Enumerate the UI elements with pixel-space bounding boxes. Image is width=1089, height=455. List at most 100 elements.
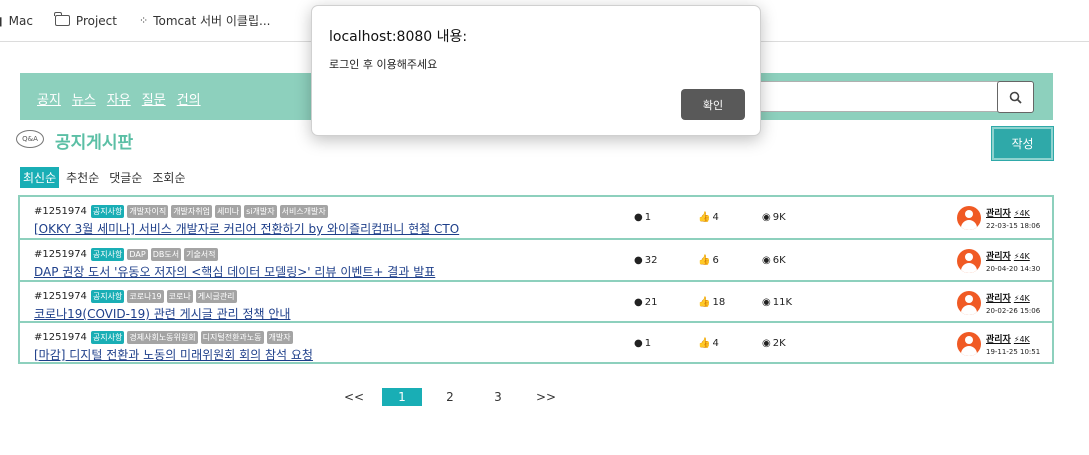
pagination: << 1 2 3 >> bbox=[334, 388, 574, 406]
eye-icon: ◉ bbox=[762, 297, 771, 308]
apple-icon: ▮ bbox=[0, 14, 3, 28]
post-tag[interactable]: 경제사회노동위원회 bbox=[127, 331, 198, 344]
post-tag[interactable]: 개발자취업 bbox=[171, 205, 212, 218]
post-title-link[interactable]: 코로나19(COVID-19) 관련 게시글 관리 정책 안내 bbox=[34, 305, 290, 322]
page-next[interactable]: >> bbox=[526, 388, 566, 406]
nav-link-question[interactable]: 질문 bbox=[142, 89, 166, 108]
nav-link-notice[interactable]: 공지 bbox=[37, 89, 61, 108]
category-badge[interactable]: 공지사항 bbox=[90, 248, 125, 261]
dialog-message: 로그인 후 이용해주세요 bbox=[329, 58, 438, 71]
post-title-link[interactable]: [OKKY 3월 세미나] 서비스 개발자로 커리어 전환하기 by 와이즐리컴… bbox=[34, 220, 459, 237]
post-date: 20-02-26 15:06 bbox=[986, 307, 1041, 315]
eye-icon: ◉ bbox=[762, 255, 771, 266]
nav-link-suggestion[interactable]: 건의 bbox=[177, 89, 201, 108]
board-header: Q&A 공지게시판 bbox=[14, 126, 133, 154]
dots-icon: ⁘ bbox=[138, 14, 148, 27]
list-item: #1251974 공지사항 경제사회노동위원회 디지털전환과노동 개발자 [마감… bbox=[20, 321, 1052, 362]
view-count: ◉ 6K bbox=[762, 255, 786, 266]
post-tag[interactable]: 코로나19 bbox=[127, 290, 164, 303]
post-list: #1251974 공지사항 개발자이직 개발자취업 세미나 si개발자 서비스개… bbox=[18, 195, 1054, 364]
write-button[interactable]: 작성 bbox=[992, 127, 1053, 160]
points-badge: ⚡4K bbox=[1013, 335, 1030, 344]
view-count: ◉ 9K bbox=[762, 212, 786, 223]
avatar[interactable] bbox=[957, 332, 981, 356]
author-name[interactable]: 관리자 ⚡4K bbox=[986, 249, 1030, 262]
like-count: 👍 4 bbox=[698, 338, 719, 349]
post-title-link[interactable]: DAP 권장 도서 '유동오 저자의 <핵심 데이터 모델링>' 리뷰 이벤트+… bbox=[34, 263, 435, 280]
bookmark-label: Project bbox=[75, 13, 117, 28]
post-tag[interactable]: 세미나 bbox=[215, 205, 242, 218]
post-tag[interactable]: 개발자이직 bbox=[127, 205, 169, 218]
post-date: 22-03-15 18:06 bbox=[986, 222, 1041, 230]
post-meta: #1251974 공지사항 DAP DB도서 기술서적 bbox=[34, 248, 221, 261]
view-count: ◉ 2K bbox=[762, 338, 786, 349]
nav-link-news[interactable]: 뉴스 bbox=[72, 89, 96, 108]
folder-icon bbox=[54, 12, 70, 26]
sort-comments[interactable]: 댓글순 bbox=[106, 167, 145, 188]
category-badge[interactable]: 공지사항 bbox=[90, 205, 125, 218]
post-tag[interactable]: DB도서 bbox=[150, 248, 182, 261]
nav-link-free[interactable]: 자유 bbox=[107, 89, 131, 108]
comment-icon: ● bbox=[634, 297, 643, 308]
post-tag[interactable]: 게시글관리 bbox=[195, 290, 237, 303]
post-tag[interactable]: 디지털전환과노동 bbox=[200, 331, 264, 344]
points-badge: ⚡4K bbox=[1013, 294, 1030, 303]
search-icon bbox=[1009, 91, 1022, 104]
eye-icon: ◉ bbox=[762, 338, 771, 349]
bookmark-mac[interactable]: ▮ Mac bbox=[0, 14, 33, 28]
category-badge[interactable]: 공지사항 bbox=[90, 331, 125, 344]
bookmark-project[interactable]: Project bbox=[54, 12, 117, 28]
post-id: #1251974 bbox=[34, 206, 87, 217]
sort-recommended[interactable]: 추천순 bbox=[63, 167, 102, 188]
thumbs-up-icon: 👍 bbox=[698, 212, 711, 223]
post-tag[interactable]: DAP bbox=[127, 249, 148, 260]
avatar[interactable] bbox=[957, 291, 981, 315]
comment-count: ● 32 bbox=[634, 255, 658, 266]
avatar[interactable] bbox=[957, 249, 981, 273]
post-tag[interactable]: si개발자 bbox=[244, 205, 277, 218]
comment-count: ● 21 bbox=[634, 297, 658, 308]
sort-latest[interactable]: 최신순 bbox=[20, 167, 60, 188]
post-meta: #1251974 공지사항 코로나19 코로나 게시글관리 bbox=[34, 290, 240, 303]
thumbs-up-icon: 👍 bbox=[698, 255, 711, 266]
post-date: 19-11-25 10:51 bbox=[986, 348, 1041, 356]
search-input[interactable] bbox=[760, 81, 1015, 112]
sort-tabs: 최신순 추천순 댓글순 조회순 bbox=[20, 167, 193, 188]
view-count: ◉ 11K bbox=[762, 297, 793, 308]
post-tag[interactable]: 기술서적 bbox=[184, 248, 218, 261]
list-item: #1251974 공지사항 코로나19 코로나 게시글관리 코로나19(COVI… bbox=[20, 280, 1052, 321]
search-button[interactable] bbox=[997, 81, 1034, 113]
post-meta: #1251974 공지사항 개발자이직 개발자취업 세미나 si개발자 서비스개… bbox=[34, 205, 331, 218]
confirm-button[interactable]: 확인 bbox=[681, 89, 745, 120]
bookmark-label: Mac bbox=[8, 13, 33, 28]
category-badge[interactable]: 공지사항 bbox=[90, 290, 125, 303]
post-tag[interactable]: 서비스개발자 bbox=[279, 205, 328, 218]
comment-count: ● 1 bbox=[634, 212, 652, 223]
comment-icon: ● bbox=[634, 255, 643, 266]
bookmark-label: Tomcat 서버 이클립... bbox=[153, 14, 271, 28]
page-2[interactable]: 2 bbox=[430, 388, 470, 406]
eye-icon: ◉ bbox=[762, 212, 771, 223]
author-name[interactable]: 관리자 ⚡4K bbox=[986, 206, 1030, 219]
post-tag[interactable]: 개발자 bbox=[266, 331, 293, 344]
page-3[interactable]: 3 bbox=[478, 388, 518, 406]
like-count: 👍 18 bbox=[698, 297, 726, 308]
dialog-title: localhost:8080 내용: bbox=[329, 29, 468, 45]
author-name[interactable]: 관리자 ⚡4K bbox=[986, 332, 1030, 345]
like-count: 👍 6 bbox=[698, 255, 719, 266]
sort-views[interactable]: 조회순 bbox=[149, 167, 188, 188]
page-1[interactable]: 1 bbox=[382, 388, 422, 406]
page-prev[interactable]: << bbox=[334, 388, 374, 406]
avatar[interactable] bbox=[957, 206, 981, 230]
post-tag[interactable]: 코로나 bbox=[166, 290, 193, 303]
author-name[interactable]: 관리자 ⚡4K bbox=[986, 291, 1030, 304]
bookmark-tomcat[interactable]: ⁘ Tomcat 서버 이클립... bbox=[139, 12, 270, 29]
qa-icon: Q&A bbox=[14, 126, 50, 154]
page-title: 공지게시판 bbox=[55, 132, 134, 153]
comment-icon: ● bbox=[634, 338, 643, 349]
nav-links: 공지 뉴스 자유 질문 건의 bbox=[37, 89, 212, 108]
like-count: 👍 4 bbox=[698, 212, 719, 223]
points-badge: ⚡4K bbox=[1013, 252, 1030, 261]
post-title-link[interactable]: [마감] 디지털 전환과 노동의 미래위원회 회의 참석 요청 bbox=[34, 346, 313, 363]
comment-icon: ● bbox=[634, 212, 643, 223]
